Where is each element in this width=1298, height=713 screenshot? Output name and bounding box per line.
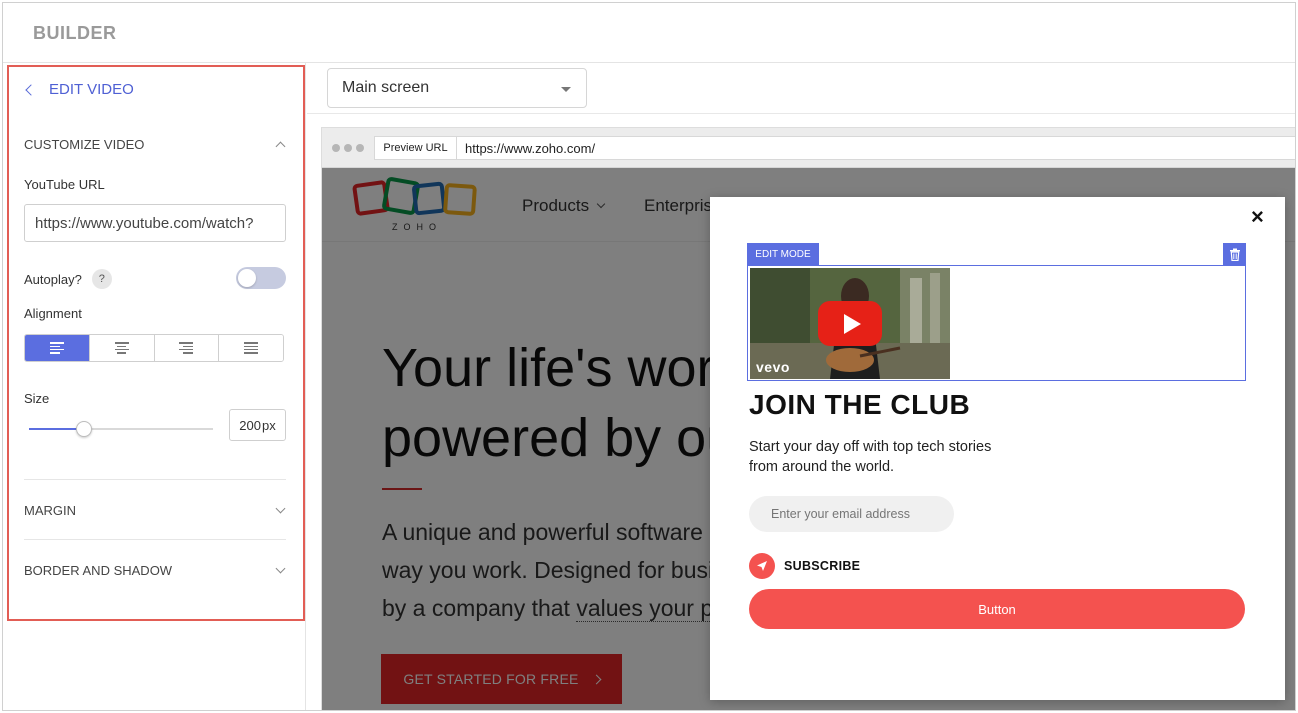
align-right-button[interactable]: [154, 335, 220, 361]
screen-select-value: Main screen: [342, 79, 430, 96]
size-label: Size: [24, 391, 50, 406]
youtube-url-input[interactable]: [24, 204, 286, 242]
chevron-up-icon: [275, 141, 286, 152]
email-input[interactable]: [749, 496, 954, 532]
app-brand: BUILDER: [33, 23, 117, 43]
screen-select[interactable]: Main screen: [327, 68, 587, 108]
align-right-icon: [179, 342, 194, 354]
trash-icon: [1229, 248, 1240, 261]
popup-subtitle: Start your day off with top tech stories…: [749, 439, 992, 475]
sidebar: EDIT VIDEO CUSTOMIZE VIDEO YouTube URL A…: [3, 63, 306, 710]
window-dots: [332, 144, 364, 152]
toggle-knob: [238, 269, 256, 287]
align-left-icon: [49, 342, 64, 354]
chevron-down-icon: [275, 503, 286, 514]
vevo-watermark: vevo: [756, 359, 790, 375]
video-thumbnail[interactable]: vevo: [750, 268, 950, 379]
popup-title: JOIN THE CLUB: [749, 389, 971, 420]
chevron-left-icon: [25, 84, 37, 96]
subscribe-label: SUBSCRIBE: [784, 559, 861, 573]
autoplay-toggle[interactable]: [236, 267, 286, 289]
alignment-button-group: [24, 334, 284, 362]
align-center-icon: [114, 342, 129, 354]
align-justify-icon: [244, 342, 259, 354]
video-block[interactable]: vevo: [747, 265, 1246, 381]
delete-video-button[interactable]: [1223, 243, 1246, 266]
alignment-label: Alignment: [24, 306, 82, 321]
back-label: EDIT VIDEO: [49, 81, 134, 98]
size-slider[interactable]: [29, 419, 213, 439]
youtube-url-label: YouTube URL: [24, 177, 105, 192]
app-window: BUILDER EDIT VIDEO CUSTOMIZE VIDEO YouTu…: [2, 2, 1296, 711]
divider: [24, 479, 286, 480]
size-value-input[interactable]: 200 px: [229, 409, 286, 441]
size-unit: px: [261, 417, 276, 433]
margin-section-header[interactable]: MARGIN: [24, 503, 288, 518]
chevron-down-icon: [275, 563, 286, 574]
top-bar: BUILDER: [3, 3, 1295, 63]
size-value: 200: [239, 417, 261, 433]
align-justify-button[interactable]: [219, 335, 283, 361]
autoplay-row: Autoplay? ?: [24, 267, 286, 291]
dropdown-caret-icon: [561, 87, 571, 92]
close-icon[interactable]: ×: [1251, 206, 1264, 228]
play-icon[interactable]: [818, 301, 882, 346]
back-button[interactable]: EDIT VIDEO: [25, 81, 134, 98]
align-center-button[interactable]: [89, 335, 155, 361]
preview-url-label: Preview URL: [374, 136, 457, 160]
divider: [307, 113, 1295, 114]
slider-thumb[interactable]: [76, 421, 93, 437]
align-left-button[interactable]: [25, 335, 90, 361]
divider: [24, 539, 286, 540]
send-icon: [749, 553, 775, 579]
edit-video-panel: EDIT VIDEO CUSTOMIZE VIDEO YouTube URL A…: [7, 65, 305, 621]
popup-button[interactable]: Button: [749, 589, 1245, 629]
preview-url-field[interactable]: https://www.zoho.com/: [457, 136, 1295, 160]
help-icon[interactable]: ?: [91, 269, 112, 289]
autoplay-label: Autoplay?: [24, 271, 82, 287]
margin-section-label: MARGIN: [24, 503, 76, 518]
customize-video-label: CUSTOMIZE VIDEO: [24, 137, 145, 152]
browser-toolbar: Preview URL https://www.zoho.com/: [322, 128, 1295, 168]
customize-video-header[interactable]: CUSTOMIZE VIDEO: [24, 137, 288, 152]
edit-mode-badge: EDIT MODE: [747, 243, 819, 266]
border-shadow-section-header[interactable]: BORDER AND SHADOW: [24, 563, 288, 578]
border-shadow-section-label: BORDER AND SHADOW: [24, 563, 173, 578]
subscribe-row[interactable]: SUBSCRIBE: [749, 553, 860, 579]
signup-popup: × EDIT MODE vevo JOIN THE CLUB Start you…: [710, 197, 1285, 700]
